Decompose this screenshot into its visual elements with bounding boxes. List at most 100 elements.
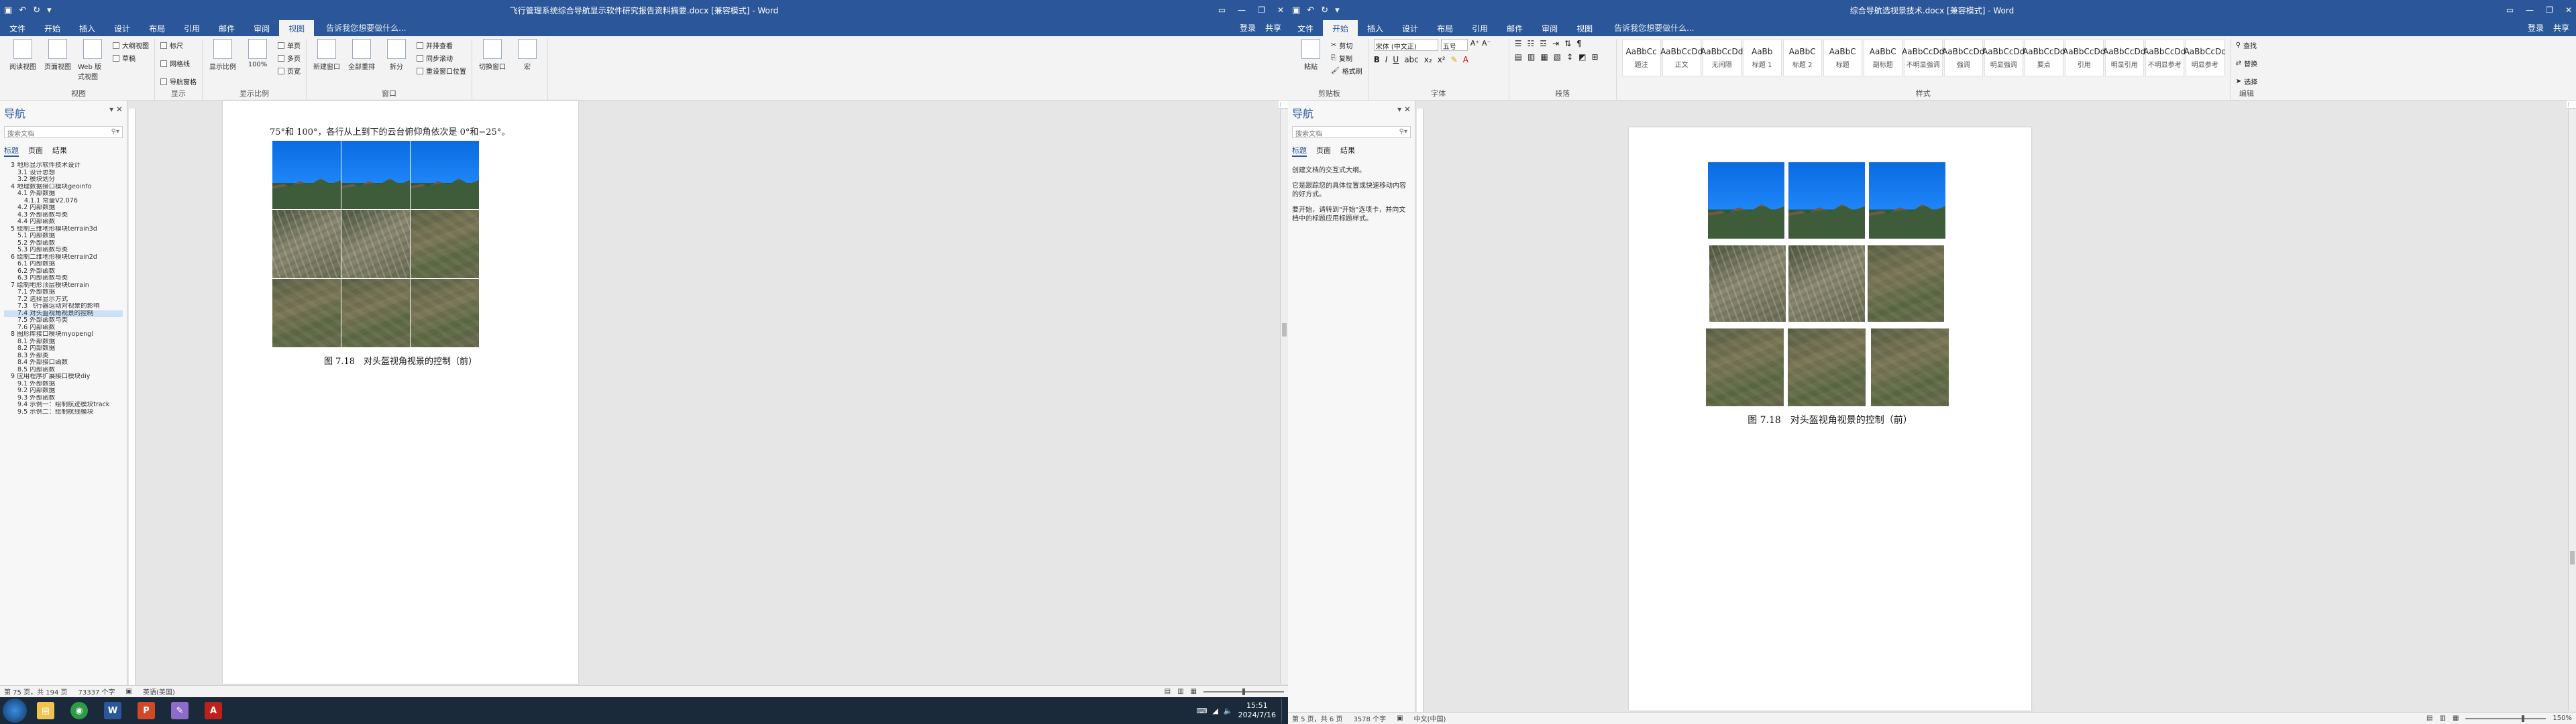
proofing-icon[interactable]: ▣ xyxy=(126,688,132,695)
style-item[interactable]: AaBbCcDd 要点 xyxy=(2023,39,2065,76)
tell-me-search[interactable]: 告诉我您想要做什么... xyxy=(321,19,411,36)
print-layout-icon[interactable]: ▥ xyxy=(2440,715,2446,722)
ribbon-options-icon[interactable]: ▭ xyxy=(2506,5,2514,15)
maximize-button[interactable]: ❐ xyxy=(1258,5,1265,15)
style-item[interactable]: AaBbCcDd 明显强调 xyxy=(1982,39,2025,76)
nav-heading-item[interactable]: 9.1 外部数据 xyxy=(4,381,123,388)
line-spacing-icon[interactable]: ↕ xyxy=(1566,52,1573,62)
language-status[interactable]: 中文(中国) xyxy=(1414,713,1446,723)
format-painter-button[interactable]: 🖌 格式刷 xyxy=(1331,66,1362,76)
style-item[interactable]: AaBb 标题 1 xyxy=(1742,39,1782,76)
style-item[interactable]: AaBbCcDd 不明显参考 xyxy=(2143,39,2186,76)
tab-design[interactable]: 设计 xyxy=(105,20,140,36)
web-layout-icon[interactable]: ▦ xyxy=(2453,715,2459,722)
nav-tab-results[interactable]: 结果 xyxy=(52,145,67,157)
nav-heading-item[interactable]: 7.1 外部数据 xyxy=(4,289,123,296)
select-button[interactable]: ➤ 选择 xyxy=(2236,76,2257,86)
pilcrow-icon[interactable]: ¶ xyxy=(1576,39,1582,48)
proofing-icon[interactable]: ▣ xyxy=(1397,715,1403,722)
redo-icon[interactable]: ↻ xyxy=(1321,5,1328,15)
nav-heading-item[interactable]: 6.1 内部数据 xyxy=(4,261,123,268)
highlight-icon[interactable]: ✎ xyxy=(1451,55,1458,64)
nav-heading-item[interactable]: 7.3 飞行器运动对视景的影响 xyxy=(4,303,123,310)
tab-insert[interactable]: 插入 xyxy=(1358,20,1393,36)
tab-file[interactable]: 文件 xyxy=(0,20,35,36)
switch-windows-button[interactable]: 切换窗口 xyxy=(478,39,507,71)
qat-dropdown-icon[interactable]: ▾ xyxy=(47,5,52,15)
side-by-side-button[interactable]: 并排查看 xyxy=(417,40,466,50)
web-layout-icon[interactable]: ▦ xyxy=(1191,688,1197,695)
taskbar-app-file-explorer[interactable]: ▤ xyxy=(31,699,60,723)
style-item[interactable]: AaBbCcDd 明显引用 xyxy=(2103,39,2145,76)
web-layout-button[interactable]: Web 版式视图 xyxy=(78,39,107,81)
minimize-button[interactable]: — xyxy=(2526,5,2534,15)
style-item[interactable]: AaBbC 标题 2 xyxy=(1782,39,1822,76)
nav-heading-item[interactable]: 5.3 内部函数与类 xyxy=(4,247,123,254)
zoom-100-button[interactable]: 100% xyxy=(243,39,272,68)
volume-icon[interactable]: 🔈 xyxy=(1224,707,1233,715)
language-status[interactable]: 英语(美国) xyxy=(143,686,175,697)
nav-heading-item[interactable]: 5.2 外部函数 xyxy=(4,240,123,247)
share-button[interactable]: 共享 xyxy=(1265,22,1281,34)
style-item[interactable]: AaBbCcDd 强调 xyxy=(1942,39,1984,76)
navigation-pane-checkbox[interactable]: 导航窗格 xyxy=(160,76,197,86)
nav-heading-item[interactable]: 9.3 外部函数 xyxy=(4,395,123,402)
nav-heading-item[interactable]: 3.1 设计思想 xyxy=(4,170,123,177)
save-icon[interactable]: ▣ xyxy=(4,5,12,15)
sync-scroll-button[interactable]: 同步滚动 xyxy=(417,53,466,63)
nav-heading-item[interactable]: 4.1.1 常量V2.076 xyxy=(4,198,123,205)
undo-icon[interactable]: ↶ xyxy=(19,5,26,15)
zoom-level[interactable]: 150% xyxy=(2553,715,2572,722)
strikethrough-icon[interactable]: abc xyxy=(1404,55,1419,64)
replace-button[interactable]: ⇄ 替换 xyxy=(2236,58,2257,68)
nav-close-icon[interactable]: ▾ ✕ xyxy=(109,105,123,121)
nav-heading-item[interactable]: 4.1 外部数据 xyxy=(4,190,123,198)
tab-layout[interactable]: 布局 xyxy=(140,20,174,36)
one-page-button[interactable]: 单页 xyxy=(278,40,301,50)
print-layout-button[interactable]: 页面视图 xyxy=(43,39,72,71)
save-icon[interactable]: ▣ xyxy=(1292,5,1300,15)
style-item[interactable]: AaBbCcDd 正文 xyxy=(1660,39,1703,76)
nav-heading-item[interactable]: 3.2 模块划分 xyxy=(4,176,123,184)
close-button[interactable]: ✕ xyxy=(1277,5,1284,15)
nav-tab-headings[interactable]: 标题 xyxy=(4,145,19,157)
font-color-icon[interactable]: A xyxy=(1463,55,1468,64)
tab-review[interactable]: 审阅 xyxy=(1532,20,1567,36)
cut-button[interactable]: ✂ 剪切 xyxy=(1331,40,1362,50)
tab-layout[interactable]: 布局 xyxy=(1428,20,1462,36)
zoom-slider[interactable] xyxy=(2465,715,2546,722)
tab-home[interactable]: 开始 xyxy=(1323,20,1358,36)
nav-heading-item[interactable]: 8.4 外部接口函数 xyxy=(4,359,123,367)
search-icon[interactable]: ⚲▾ xyxy=(1399,128,1407,136)
bullets-icon[interactable]: ☰ xyxy=(1515,39,1522,48)
word-count[interactable]: 3578 个字 xyxy=(1353,713,1386,723)
page-count[interactable]: 第 75 页，共 194 页 xyxy=(4,686,68,697)
zoom-button[interactable]: 显示比例 xyxy=(208,39,237,71)
vertical-scrollbar[interactable] xyxy=(2568,109,2576,711)
align-left-icon[interactable]: ▤ xyxy=(1515,52,1522,62)
keyboard-icon[interactable]: ⌨ xyxy=(1197,707,1208,715)
read-mode-icon[interactable]: ▤ xyxy=(1165,688,1171,695)
arrange-all-button[interactable]: 全部重排 xyxy=(347,39,376,71)
tab-references[interactable]: 引用 xyxy=(174,20,209,36)
ruler-checkbox[interactable]: 标尺 xyxy=(160,40,183,50)
superscript-icon[interactable]: x² xyxy=(1438,55,1446,64)
document-page[interactable]: 图 7.18 对头盔视角视景的控制（前） xyxy=(1629,127,2031,711)
gridlines-checkbox[interactable]: 网格线 xyxy=(160,58,190,68)
taskbar-app-powerpoint[interactable]: P xyxy=(131,699,161,723)
style-item[interactable]: AaBbCcDd 不明显强调 xyxy=(1902,39,1944,76)
nav-heading-item[interactable]: 7.6 内部函数 xyxy=(4,324,123,332)
tab-review[interactable]: 审阅 xyxy=(244,20,279,36)
network-icon[interactable]: ◢ xyxy=(1212,707,1218,715)
nav-heading-item[interactable]: 8.3 外部类 xyxy=(4,353,123,360)
italic-icon[interactable]: I xyxy=(1385,55,1388,64)
indent-icon[interactable]: ⇥ xyxy=(1552,39,1559,48)
nav-heading-item[interactable]: 7.2 选择显示方式 xyxy=(4,296,123,304)
nav-heading-item[interactable]: 4.4 内部函数 xyxy=(4,219,123,226)
tab-references[interactable]: 引用 xyxy=(1462,20,1497,36)
subscript-icon[interactable]: x₂ xyxy=(1424,55,1432,64)
tab-mailings[interactable]: 邮件 xyxy=(1497,20,1532,36)
nav-heading-item[interactable]: 9.4 示例一：绘制航迹模块track xyxy=(4,402,123,409)
nav-heading-item[interactable]: 4 地理数据接口模块geoinfo xyxy=(4,184,123,191)
macros-button[interactable]: 宏 xyxy=(513,39,542,71)
